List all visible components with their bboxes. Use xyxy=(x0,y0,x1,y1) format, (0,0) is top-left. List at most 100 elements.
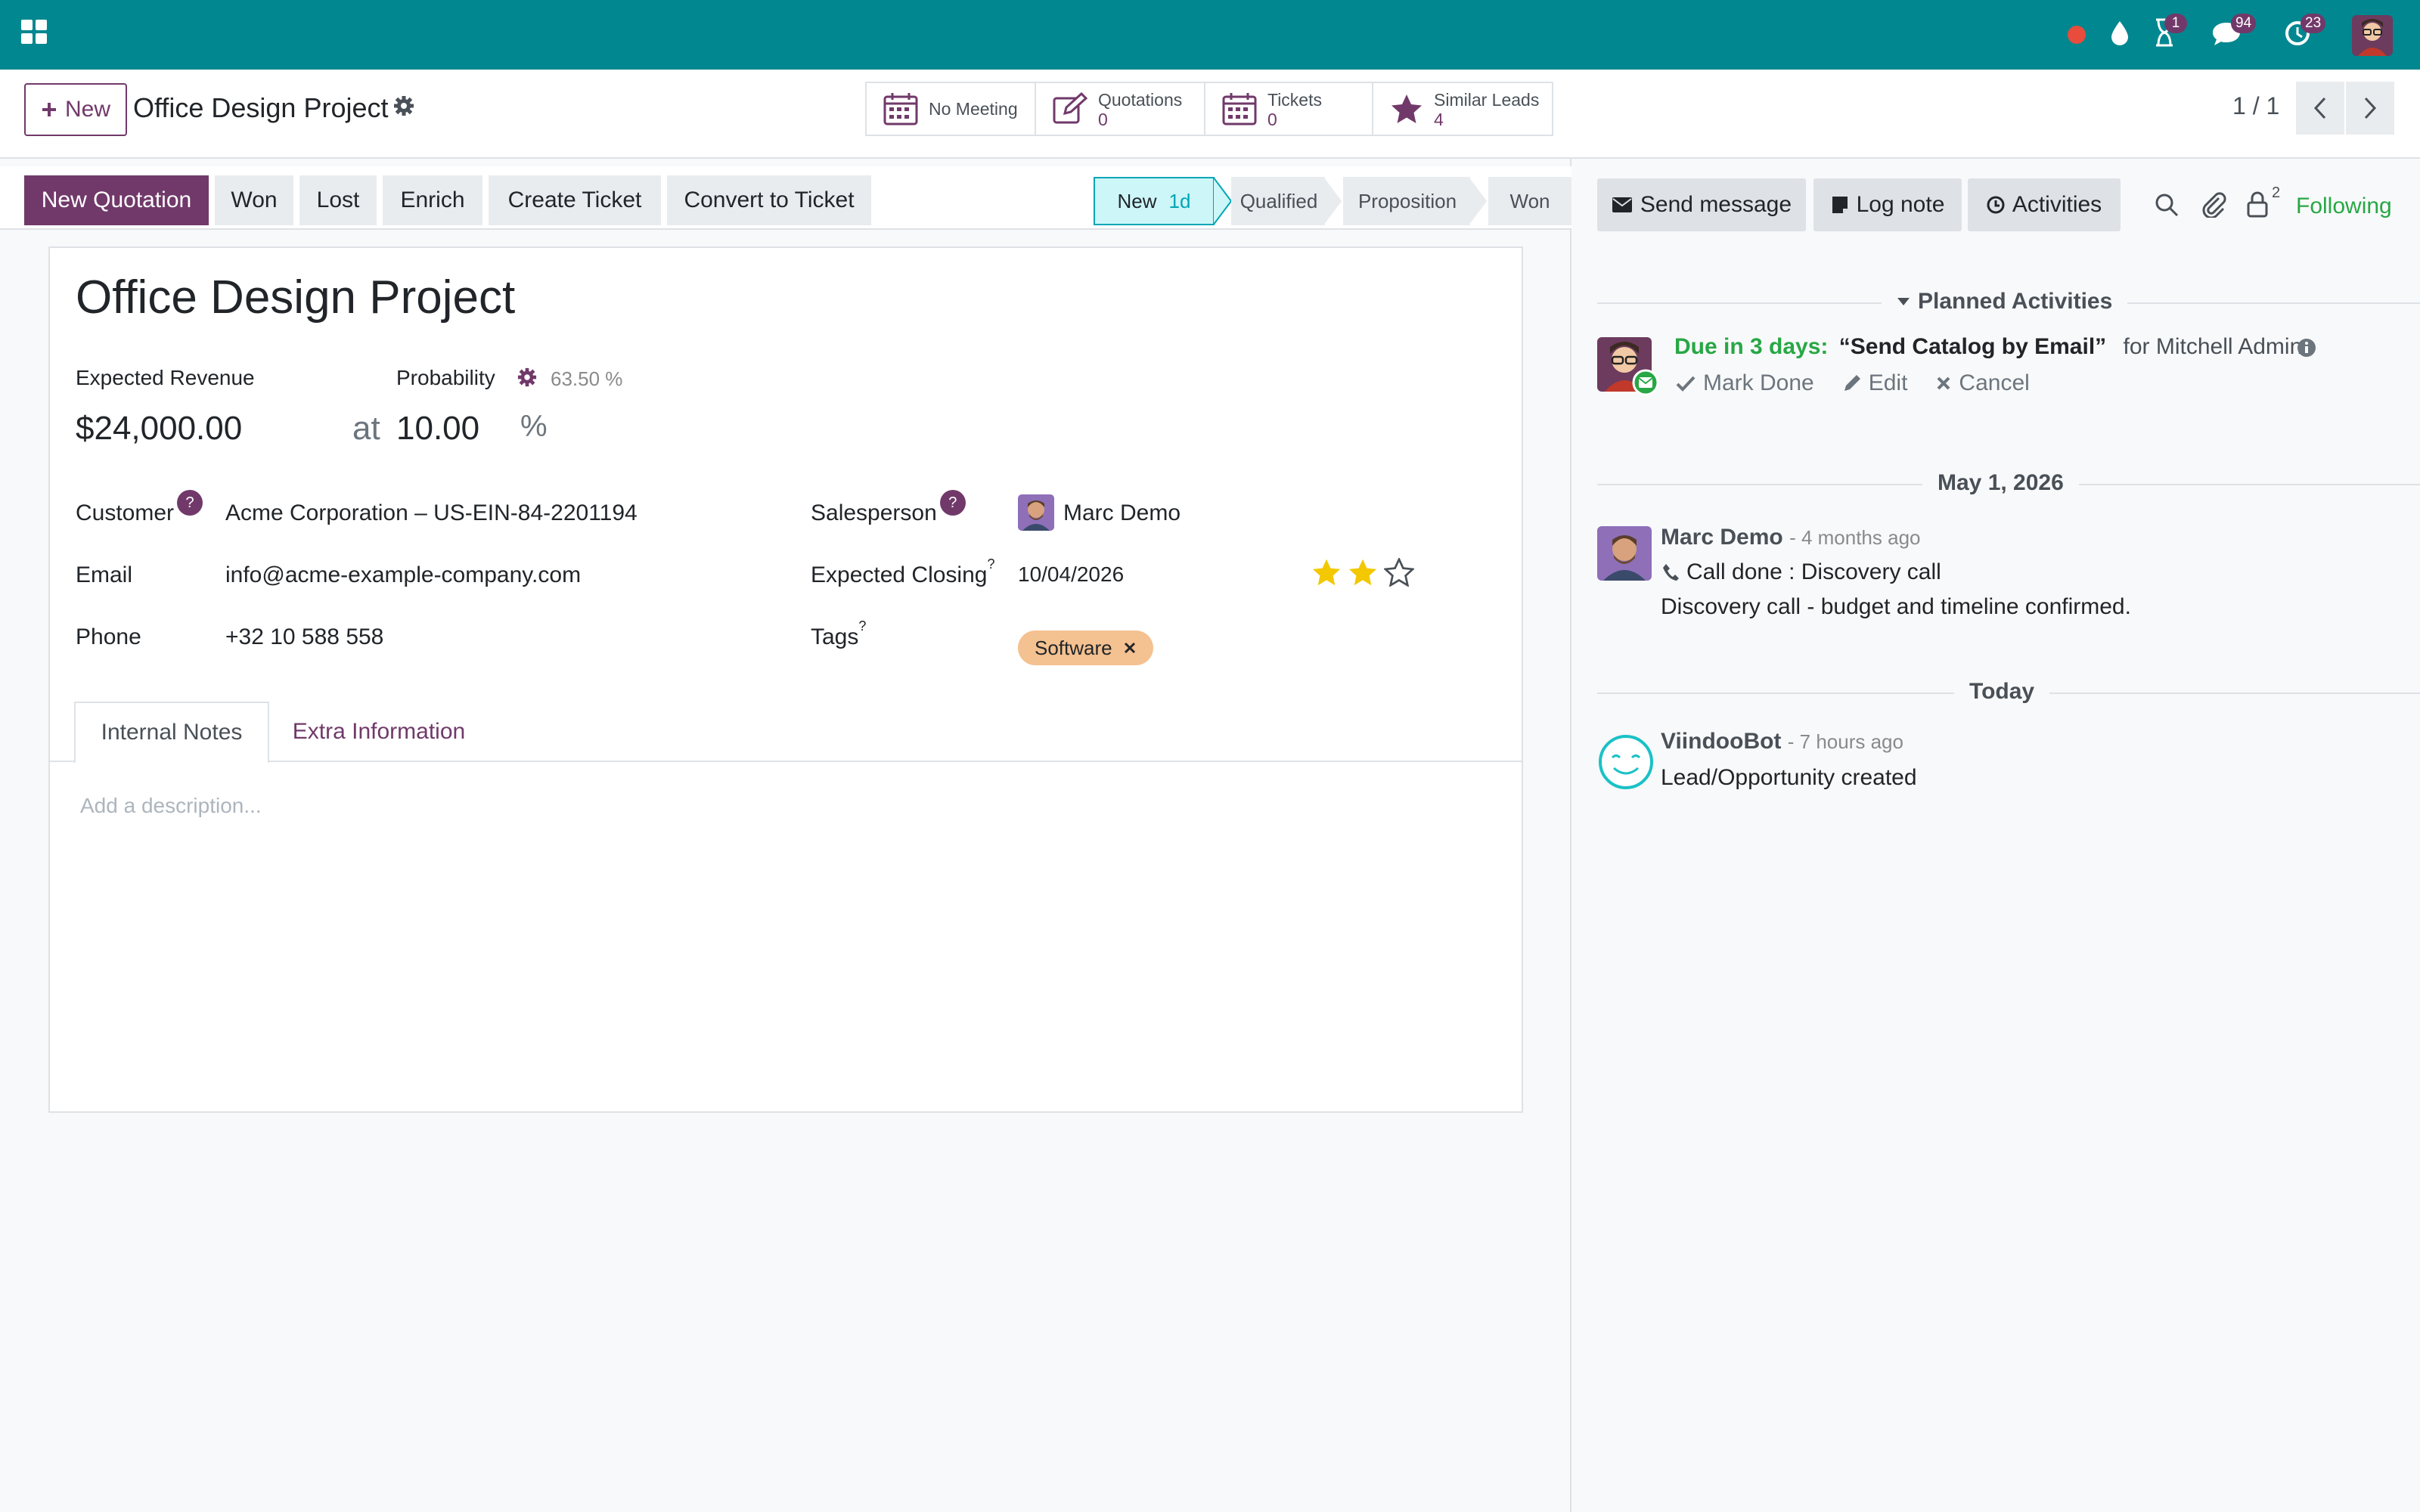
activity-actions: Mark Done Edit Cancel xyxy=(1676,370,2030,396)
quotations-count: 0 xyxy=(1098,110,1108,129)
pager-value[interactable]: 1 / 1 xyxy=(2232,92,2279,120)
notebook-tabs: Internal Notes Extra Information xyxy=(50,702,1522,764)
message-line-1: Call done : Discovery call xyxy=(1662,559,1941,585)
percent-sign: % xyxy=(520,410,548,443)
priority-star-icon[interactable] xyxy=(1384,558,1414,587)
create-ticket-button[interactable]: Create Ticket xyxy=(489,175,661,225)
planned-activities-toggle[interactable]: Planned Activities xyxy=(1882,289,2128,314)
expected-closing-field[interactable]: 10/04/2026 xyxy=(1018,562,1124,587)
stage-new[interactable]: New 1d xyxy=(1094,177,1215,225)
stage-proposition[interactable]: Proposition xyxy=(1343,177,1472,225)
expected-revenue-field[interactable]: $24,000.00 xyxy=(76,410,242,448)
priority-widget[interactable] xyxy=(1311,558,1414,587)
opportunity-title[interactable]: Office Design Project xyxy=(76,271,515,324)
new-quotation-button[interactable]: New Quotation xyxy=(24,175,209,225)
tab-extra-information[interactable]: Extra Information xyxy=(269,702,489,762)
timer-badge: 23 xyxy=(2301,14,2326,33)
mark-done-label: Mark Done xyxy=(1703,370,1814,395)
edit-icon xyxy=(1053,92,1087,124)
smart-button-similar-leads[interactable]: Similar Leads 4 xyxy=(1372,82,1553,136)
log-note-label: Log note xyxy=(1856,192,1945,217)
droplet-icon[interactable] xyxy=(2110,20,2130,47)
paperclip-icon[interactable] xyxy=(2201,191,2226,218)
following-button[interactable]: Following xyxy=(2296,194,2392,219)
pager-next-button[interactable] xyxy=(2346,82,2394,135)
caret-down-icon xyxy=(1897,298,1910,305)
date-separator: Today xyxy=(1954,679,2050,705)
priority-star-icon[interactable] xyxy=(1311,558,1342,587)
chatter-panel: Send message Log note Activities 2 Follo… xyxy=(1573,159,2420,1512)
message-author[interactable]: ViindooBot xyxy=(1661,729,1781,754)
enrich-button[interactable]: Enrich xyxy=(383,175,482,225)
followers-count: 2 xyxy=(2272,184,2281,201)
priority-star-icon[interactable] xyxy=(1348,558,1378,587)
won-button[interactable]: Won xyxy=(215,175,293,225)
pager-previous-button[interactable] xyxy=(2296,82,2344,135)
remove-tag-icon[interactable] xyxy=(1123,641,1137,655)
calendar-icon xyxy=(1222,93,1257,125)
stage-qualified[interactable]: Qualified xyxy=(1231,177,1326,225)
breadcrumb-title: Office Design Project xyxy=(133,92,389,123)
envelope-icon xyxy=(1612,197,1632,212)
expected-revenue-label: Expected Revenue xyxy=(76,366,255,389)
message-header: Marc Demo - 4 months ago xyxy=(1661,525,1921,550)
smart-button-quotations[interactable]: Quotations 0 xyxy=(1035,82,1205,136)
stage-won[interactable]: Won xyxy=(1488,177,1571,225)
status-bar: New Quotation Won Lost Enrich Create Tic… xyxy=(0,166,1571,230)
close-icon xyxy=(1938,376,1950,390)
description-editor[interactable]: Add a description... xyxy=(80,794,262,818)
record-dot-icon[interactable] xyxy=(2066,24,2087,45)
apps-menu-icon[interactable] xyxy=(21,20,48,45)
tag-label: Software xyxy=(1035,636,1112,659)
salesperson-field[interactable]: Marc Demo xyxy=(1063,500,1181,526)
probability-gear-icon[interactable] xyxy=(517,367,537,387)
log-note-button[interactable]: Log note xyxy=(1813,178,1962,231)
edit-activity-button[interactable]: Edit xyxy=(1843,370,1907,396)
smart-button-tickets[interactable]: Tickets 0 xyxy=(1204,82,1373,136)
search-icon[interactable] xyxy=(2154,192,2180,218)
lost-button[interactable]: Lost xyxy=(299,175,377,225)
new-button[interactable]: New xyxy=(24,83,127,136)
message-activity: Call done : Discovery call xyxy=(1686,559,1941,584)
smart-button-meeting[interactable]: No Meeting xyxy=(865,82,1036,136)
date-separator: May 1, 2026 xyxy=(1922,470,2079,496)
tags-label: Tags? xyxy=(811,618,867,649)
tab-internal-notes[interactable]: Internal Notes xyxy=(74,702,269,764)
tag-badge: Software xyxy=(1018,631,1153,665)
salesperson-label: Salesperson? xyxy=(811,490,966,526)
chevron-right-icon xyxy=(2364,97,2377,119)
star-icon xyxy=(1392,94,1422,123)
activity-assignee: for Mitchell Admin xyxy=(2123,334,2303,359)
at-label: at xyxy=(352,410,380,447)
automated-probability: 63.50 % xyxy=(551,367,623,390)
followers-lock-icon[interactable] xyxy=(2246,191,2269,218)
activities-button[interactable]: Activities xyxy=(1968,178,2121,231)
help-icon[interactable]: ? xyxy=(177,490,203,516)
message-author[interactable]: Marc Demo xyxy=(1661,525,1783,550)
cancel-activity-button[interactable]: Cancel xyxy=(1936,370,2030,396)
gear-icon[interactable] xyxy=(393,95,414,116)
user-avatar[interactable] xyxy=(2352,15,2393,56)
customer-field[interactable]: Acme Corporation – US-EIN-84-2201194 xyxy=(225,500,638,526)
activities-label: Activities xyxy=(2012,192,2102,217)
mark-done-button[interactable]: Mark Done xyxy=(1676,370,1814,396)
note-icon xyxy=(1832,197,1848,213)
phone-icon xyxy=(1663,564,1679,581)
email-field[interactable]: info@acme-example-company.com xyxy=(225,562,581,588)
stage-new-duration: 1d xyxy=(1168,189,1191,212)
tickets-count: 0 xyxy=(1267,110,1277,129)
bot-avatar xyxy=(1597,733,1655,791)
send-message-button[interactable]: Send message xyxy=(1597,178,1806,231)
phone-field[interactable]: +32 10 588 558 xyxy=(225,624,383,650)
convert-to-ticket-button[interactable]: Convert to Ticket xyxy=(667,175,871,225)
message-header: ViindooBot - 7 hours ago xyxy=(1661,729,1903,754)
message-time: - 4 months ago xyxy=(1789,526,1921,549)
help-icon[interactable]: ? xyxy=(939,490,966,516)
customer-label: Customer? xyxy=(76,490,203,526)
activity-summary-line: Due in 3 days: “Send Catalog by Email” f… xyxy=(1674,334,2302,360)
plus-icon xyxy=(42,103,56,116)
activity-summary: “Send Catalog by Email” xyxy=(1838,334,2107,359)
probability-field[interactable]: 10.00 xyxy=(396,410,479,448)
salesperson-label-text: Salesperson xyxy=(811,500,937,525)
info-icon[interactable] xyxy=(2296,337,2317,358)
